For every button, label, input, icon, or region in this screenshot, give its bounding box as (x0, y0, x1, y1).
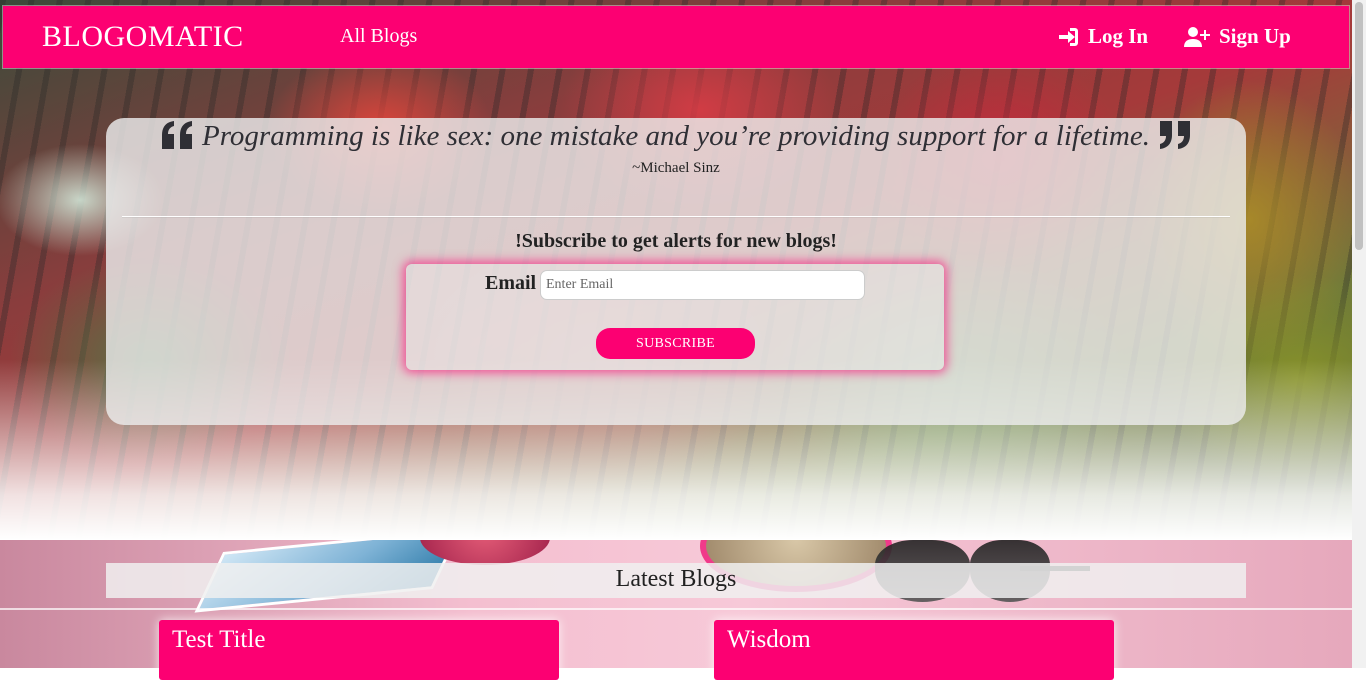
navbar: BLOGOMATIC All Blogs Log In Sign Up (3, 6, 1349, 68)
quote-left-icon (162, 121, 194, 154)
brand-logo[interactable]: BLOGOMATIC (42, 20, 244, 54)
quote-author: ~Michael Sinz (632, 160, 720, 176)
blog-card[interactable]: Test Title (159, 620, 559, 680)
subscribe-form: Email SUBSCRIBE (406, 264, 944, 370)
subscribe-button[interactable]: SUBSCRIBE (596, 328, 755, 359)
quote-divider (122, 216, 1230, 217)
user-plus-icon (1184, 26, 1210, 47)
login-label: Log In (1088, 24, 1149, 48)
login-link[interactable]: Log In (1057, 24, 1148, 49)
latest-blogs-heading: Latest Blogs (106, 563, 1246, 598)
signup-link[interactable]: Sign Up (1184, 24, 1291, 49)
quote-line: Programming is like sex: one mistake and… (106, 118, 1246, 154)
quote-text: Programming is like sex: one mistake and… (202, 120, 1150, 152)
blog-card[interactable]: Wisdom (714, 620, 1114, 680)
quote-right-icon (1158, 121, 1190, 154)
email-label: Email (485, 272, 537, 294)
blog-card-title[interactable]: Wisdom (727, 626, 811, 654)
page-scrollbar[interactable] (1352, 0, 1366, 668)
sign-in-icon (1057, 27, 1079, 47)
scrollbar-thumb[interactable] (1355, 2, 1363, 250)
blog-card-title[interactable]: Test Title (172, 626, 265, 654)
section-divider (0, 608, 1352, 610)
signup-label: Sign Up (1219, 24, 1291, 48)
nav-all-blogs-link[interactable]: All Blogs (340, 25, 417, 48)
email-field[interactable] (540, 270, 865, 300)
subscribe-heading: !Subscribe to get alerts for new blogs! (515, 230, 837, 252)
quote-card: Programming is like sex: one mistake and… (106, 118, 1246, 425)
